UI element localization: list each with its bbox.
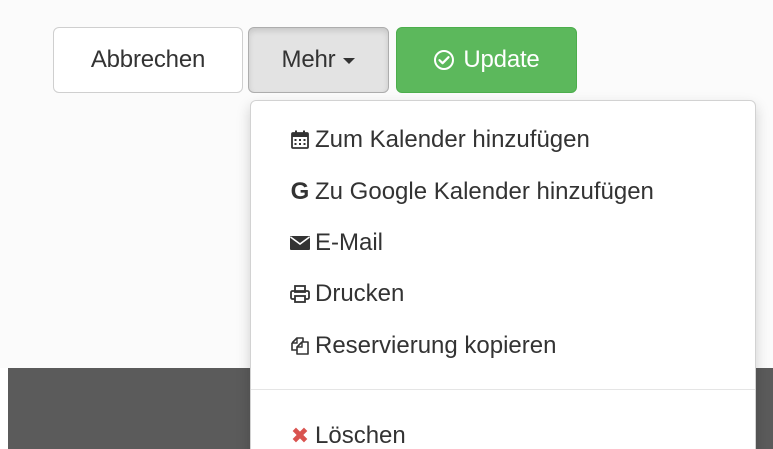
menu-item-add-to-google-calendar[interactable]: G Zu Google Kalender hinzufügen xyxy=(289,172,654,212)
menu-item-label: E-Mail xyxy=(315,229,384,256)
menu-item-label: Löschen xyxy=(315,422,406,449)
google-icon: G xyxy=(290,178,310,205)
menu-item-label: Drucken xyxy=(315,280,405,307)
more-dropdown-menu: Zum Kalender hinzufügen G Zu Google Kale… xyxy=(250,100,756,449)
menu-item-label: Zum Kalender hinzufügen xyxy=(315,126,590,153)
menu-item-email[interactable]: E-Mail xyxy=(289,223,383,263)
menu-item-label: Reservierung kopieren xyxy=(315,332,557,359)
copy-icon xyxy=(289,334,311,358)
more-button-label: Mehr xyxy=(281,46,336,73)
caret-down-icon xyxy=(343,58,356,64)
menu-item-delete[interactable]: ✖ Löschen xyxy=(289,416,406,449)
menu-divider xyxy=(251,389,755,390)
check-circle-icon xyxy=(433,49,455,71)
envelope-icon xyxy=(289,231,311,255)
update-button[interactable]: Update xyxy=(396,27,577,93)
menu-item-print[interactable]: Drucken xyxy=(289,274,404,314)
menu-item-copy-reservation[interactable]: Reservierung kopieren xyxy=(289,326,556,366)
calendar-icon xyxy=(289,128,311,152)
more-dropdown-button[interactable]: Mehr xyxy=(248,27,389,93)
menu-item-add-to-calendar[interactable]: Zum Kalender hinzufügen xyxy=(289,120,590,160)
menu-item-label: Zu Google Kalender hinzufügen xyxy=(315,178,654,205)
page: Abbrechen Mehr Update Zum Kalender hinzu… xyxy=(0,0,773,449)
cancel-button[interactable]: Abbrechen xyxy=(53,27,243,93)
delete-x-icon: ✖ xyxy=(290,423,310,448)
print-icon xyxy=(289,282,311,306)
cancel-button-label: Abbrechen xyxy=(90,46,206,73)
update-button-label: Update xyxy=(463,46,540,73)
